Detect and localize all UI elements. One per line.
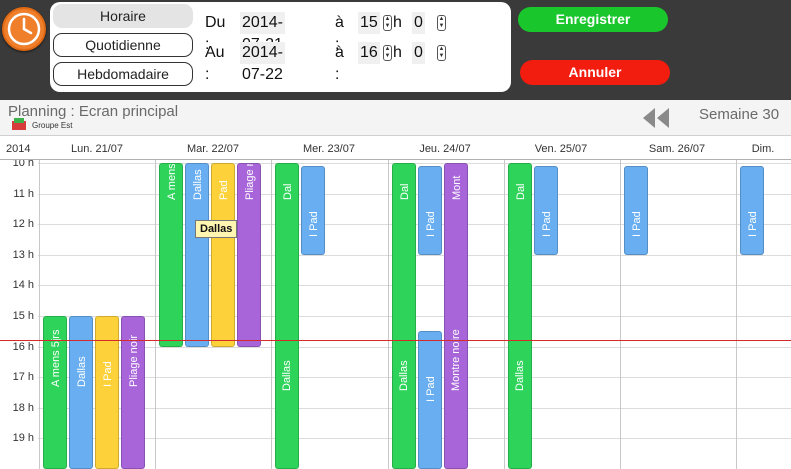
day-header-sun[interactable]: Dim.	[735, 143, 791, 155]
hour-label: 12 h	[12, 218, 34, 231]
event-label: Pliage noir	[128, 335, 140, 387]
hour-label: 10 h	[12, 160, 34, 169]
group-label: Groupe Est	[32, 121, 73, 130]
event-block[interactable]: Pliage noir	[121, 316, 145, 469]
to-hour-spinner[interactable]: ▲ ▼	[383, 45, 392, 61]
hour-label: 16 h	[12, 340, 34, 353]
top-toolbar: Horaire Quotidienne Hebdomadaire Du : 20…	[0, 0, 791, 100]
day-header-thu[interactable]: Jeu. 24/07	[387, 143, 503, 155]
event-label: I Pad	[540, 211, 553, 238]
week-label: Semaine 30	[699, 106, 780, 123]
event-block[interactable]: Dal	[507, 163, 532, 469]
event-label: I Pad	[747, 211, 760, 238]
event-block[interactable]: I Pad	[740, 166, 765, 255]
event-block[interactable]: I Pad	[533, 166, 558, 255]
day-column-divider	[271, 160, 272, 469]
day-column-divider	[620, 160, 621, 469]
day-header-tue[interactable]: Mar. 22/07	[155, 143, 271, 155]
current-time-line	[0, 340, 791, 342]
event-label: Dallas	[397, 360, 410, 392]
event-label: Dal	[398, 183, 411, 200]
event-block[interactable]: I Pad	[417, 166, 442, 255]
event-label: Dallas	[513, 360, 526, 392]
cancel-button[interactable]: Annuler	[520, 60, 670, 85]
day-header-wed[interactable]: Mer. 23/07	[271, 143, 387, 155]
hour-label: 17 h	[12, 371, 34, 384]
hour-label: 11 h	[13, 187, 34, 200]
from-hour-field[interactable]: 15	[358, 12, 380, 34]
event-label: Pad	[218, 180, 231, 200]
to-minute-spinner[interactable]: ▲ ▼	[437, 45, 446, 61]
event-block[interactable]: Pliage noir	[237, 163, 262, 347]
event-label: Montre noire	[449, 329, 462, 392]
day-header-mon[interactable]: Lun. 21/07	[39, 143, 155, 155]
day-header-sat[interactable]: Sam. 26/07	[619, 143, 735, 155]
event-label: A mens 5jrs	[166, 163, 179, 200]
day-column-divider	[504, 160, 505, 469]
from-minute-field[interactable]: 0	[412, 12, 425, 34]
hour-label: 13 h	[12, 248, 34, 261]
hour-label: 18 h	[12, 401, 34, 414]
event-block[interactable]: I Pad	[417, 331, 442, 469]
to-hour-field[interactable]: 16	[358, 42, 380, 64]
hour-label: 14 h	[12, 279, 34, 292]
event-label: A mens 5jrs	[50, 329, 62, 387]
event-block[interactable]: I Pad	[624, 166, 648, 255]
event-label: I Pad	[424, 211, 437, 238]
day-column-divider	[736, 160, 737, 469]
event-label: Mont	[450, 175, 463, 200]
to-at-label: à :	[335, 44, 344, 83]
hour-label: 19 h	[12, 432, 34, 445]
group-icon	[12, 118, 26, 130]
event-label: Dal	[282, 183, 295, 200]
event-block[interactable]: A mens 5jrs	[43, 316, 67, 469]
hour-label: 15 h	[12, 310, 34, 322]
event-block[interactable]: I Pad	[301, 166, 326, 255]
event-block[interactable]: Dal	[275, 163, 300, 469]
from-hour-suffix: h	[393, 14, 402, 31]
event-label: Dallas	[281, 360, 294, 392]
day-column-divider	[155, 160, 156, 469]
clock-icon[interactable]	[2, 7, 46, 51]
mode-hourly-button[interactable]: Horaire	[53, 4, 193, 28]
previous-week-icon[interactable]	[642, 107, 672, 129]
day-column-divider	[39, 160, 40, 469]
day-header-fri[interactable]: Ven. 25/07	[503, 143, 619, 155]
event-block[interactable]: Dallas	[69, 316, 93, 469]
event-label: Dallas	[76, 356, 88, 387]
day-header-row: 2014 Lun. 21/07 Mar. 22/07 Mer. 23/07 Je…	[0, 137, 791, 160]
to-label: Au :	[205, 44, 225, 83]
event-label: Pliage noir	[244, 163, 257, 200]
year-label: 2014	[6, 143, 31, 155]
to-date-field[interactable]: 2014-07-22	[240, 42, 285, 83]
from-minute-spinner[interactable]: ▲ ▼	[437, 15, 446, 31]
schedule-mode-panel: Horaire Quotidienne Hebdomadaire Du : 20…	[50, 2, 511, 92]
from-date-field[interactable]: 2014-07-21	[240, 12, 285, 53]
event-tooltip: Dallas	[195, 220, 238, 238]
day-column-divider	[388, 160, 389, 469]
event-label: I Pad	[308, 211, 321, 238]
event-block[interactable]: Pad	[211, 163, 236, 347]
event-label: Dallas	[192, 169, 205, 200]
event-block[interactable]: I Pad	[95, 316, 119, 469]
from-hour-spinner[interactable]: ▲ ▼	[383, 15, 392, 31]
mode-daily-button[interactable]: Quotidienne	[53, 33, 193, 57]
event-label: I Pad	[424, 376, 437, 403]
page-title: Planning : Ecran principal	[8, 103, 179, 120]
to-minute-field[interactable]: 0	[412, 42, 425, 64]
event-block[interactable]: Dal	[391, 163, 416, 469]
planning-header: Planning : Ecran principal	[0, 100, 791, 136]
event-block[interactable]: Mont	[443, 163, 468, 469]
event-block[interactable]: Dallas	[185, 163, 210, 347]
save-button[interactable]: Enregistrer	[518, 7, 668, 32]
event-label: I Pad	[631, 211, 643, 238]
mode-weekly-button[interactable]: Hebdomadaire	[53, 62, 193, 86]
planning-grid[interactable]: 10 h 11 h 12 h 13 h 14 h 15 h 16 h 17 h 18 h 19 h…	[0, 160, 791, 469]
event-label: I Pad	[102, 361, 114, 387]
event-label: Dal	[514, 183, 527, 200]
to-hour-suffix: h	[393, 44, 402, 61]
event-block[interactable]: A mens 5jrs	[159, 163, 184, 347]
